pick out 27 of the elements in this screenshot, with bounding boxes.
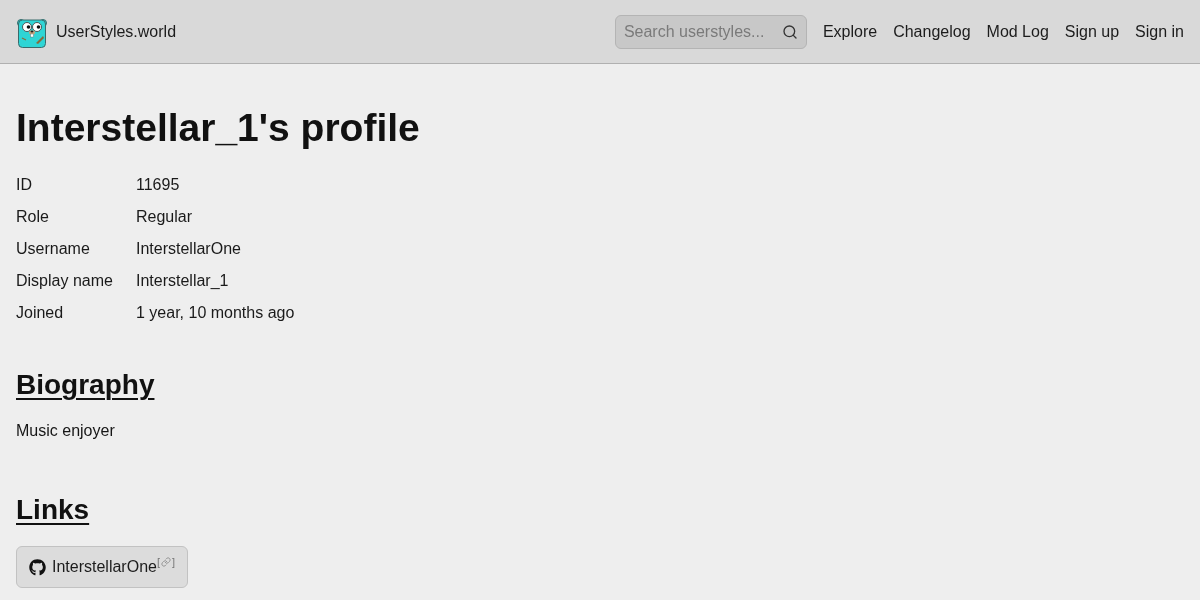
- detail-label: Username: [16, 240, 90, 258]
- bracket-text: [: [156, 556, 160, 568]
- nav-link[interactable]: Mod Log: [986, 22, 1049, 41]
- detail-value: Interstellar_1: [136, 272, 229, 290]
- search-icon[interactable]: [781, 23, 798, 40]
- detail-label: Display name: [16, 272, 113, 290]
- nav-link[interactable]: Sign in: [1135, 22, 1184, 41]
- profile-link-button[interactable]: InterstellarOne[ ]: [16, 546, 189, 588]
- nav-link[interactable]: Sign up: [1064, 22, 1120, 41]
- section-heading: Links: [16, 493, 90, 527]
- github-icon: [29, 558, 46, 576]
- nav-link[interactable]: Explore: [822, 22, 878, 41]
- bracket-text: ]: [172, 556, 176, 568]
- biography-text: Music enjoyer: [16, 421, 115, 441]
- detail-label: ID: [16, 176, 32, 194]
- detail-label: Role: [16, 208, 49, 226]
- site-logo-link[interactable]: UserStyles.world: [16, 15, 177, 48]
- section-heading: Biography: [16, 368, 155, 402]
- chain-link-icon: [161, 557, 171, 567]
- detail-value: 11695: [136, 176, 180, 194]
- detail-value: 1 year, 10 months ago: [136, 304, 295, 322]
- nav-link[interactable]: Changelog: [893, 22, 971, 41]
- detail-label: Joined: [16, 304, 64, 322]
- detail-value: InterstellarOne: [136, 240, 241, 258]
- page-title: Interstellar_1's profile: [16, 105, 420, 151]
- search-field[interactable]: Search userstyles...: [614, 14, 807, 49]
- detail-value: Regular: [136, 208, 193, 226]
